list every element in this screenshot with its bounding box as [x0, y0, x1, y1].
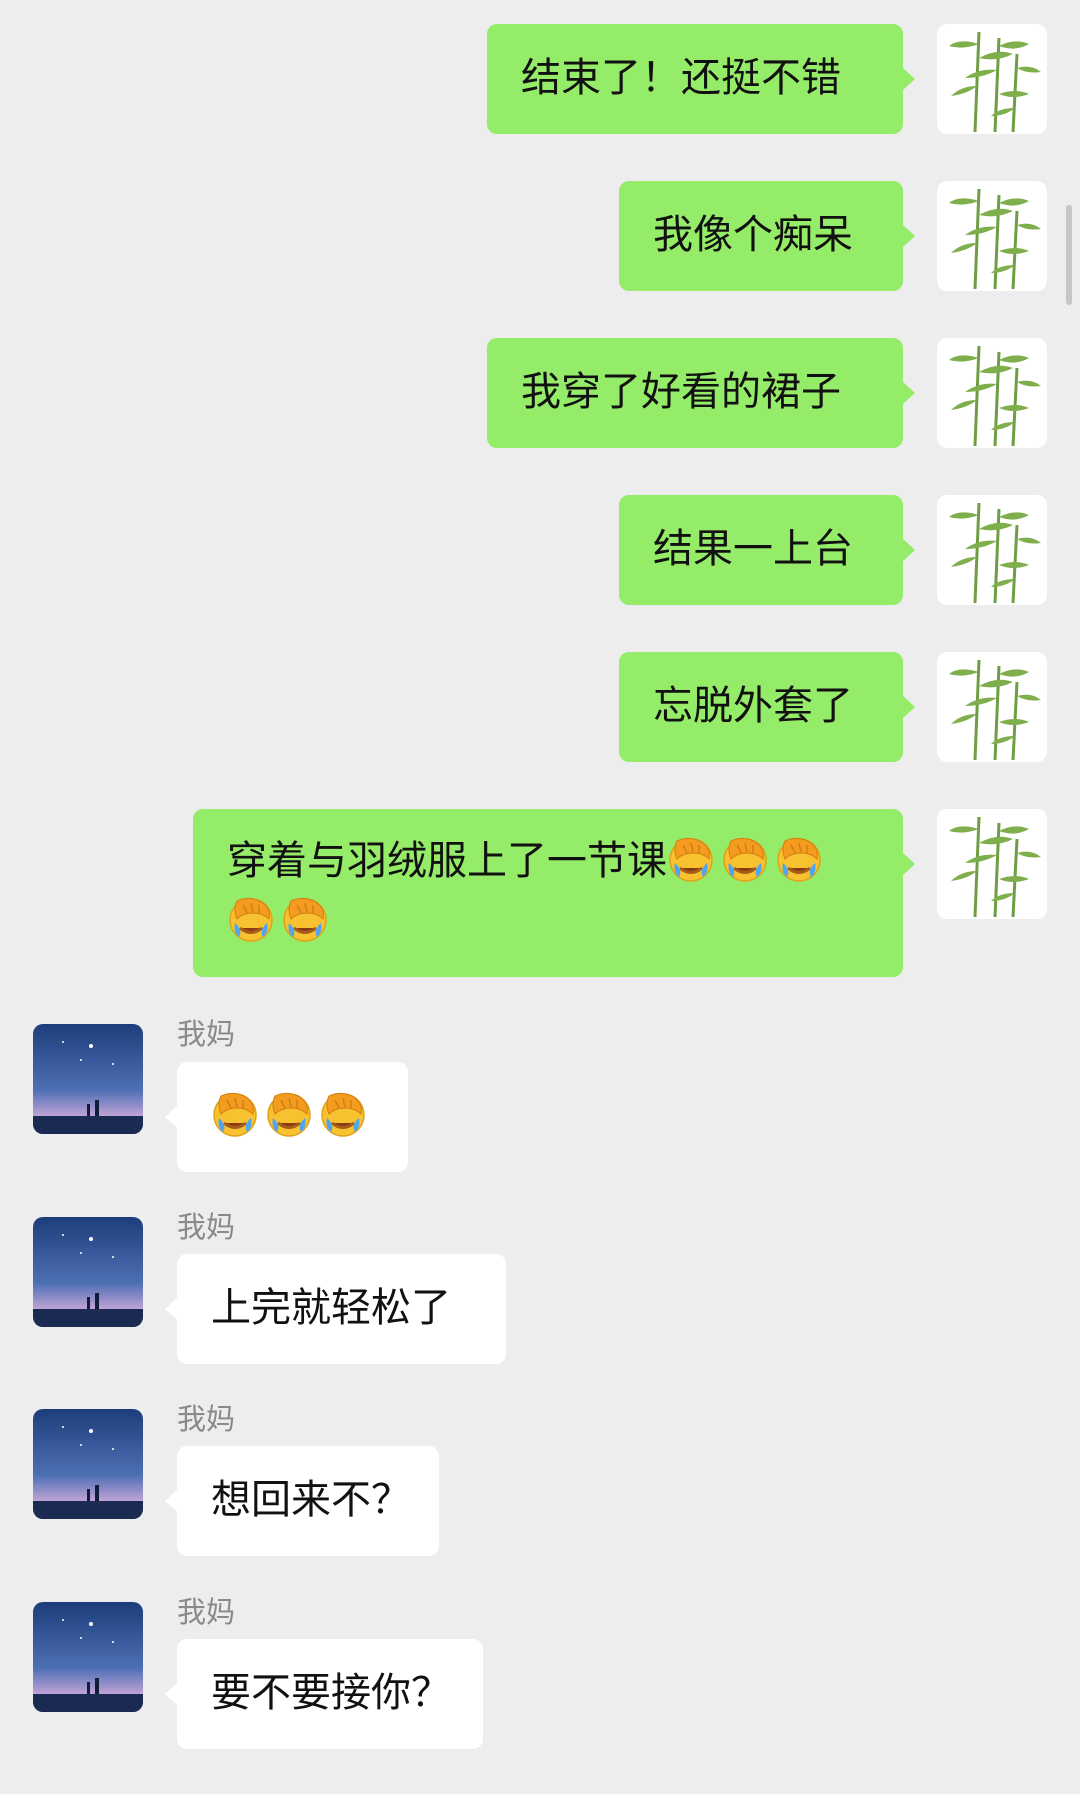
bamboo-avatar-icon — [937, 181, 1047, 291]
message-bubble-outgoing[interactable]: 结束了！还挺不错 — [487, 24, 915, 134]
scrollbar[interactable] — [1066, 205, 1072, 305]
message-text: 结束了！还挺不错 — [521, 55, 841, 101]
my-avatar[interactable] — [937, 181, 1047, 291]
sender-name: 我妈 — [177, 1595, 236, 1629]
message-bubble-outgoing[interactable]: 穿着与羽绒服上了一节课 — [193, 809, 915, 977]
message-text: 要不要接你？ — [211, 1670, 451, 1716]
sender-name: 我妈 — [177, 1210, 236, 1244]
night-sky-avatar-icon — [33, 1024, 143, 1134]
message-bubble-incoming[interactable]: 想回来不？ — [165, 1446, 439, 1556]
message-bubble-incoming[interactable]: 上完就轻松了 — [165, 1254, 506, 1364]
bamboo-avatar-icon — [937, 24, 1047, 134]
night-sky-avatar-icon — [33, 1602, 143, 1712]
message-bubble-outgoing[interactable]: 忘脱外套了 — [619, 652, 915, 762]
my-avatar[interactable] — [937, 652, 1047, 762]
bamboo-avatar-icon — [937, 495, 1047, 605]
emoji-group — [211, 1090, 373, 1139]
facepalm-crying-emoji-icon — [775, 835, 823, 883]
message-text: 我穿了好看的裙子 — [521, 369, 841, 415]
facepalm-crying-emoji-icon — [667, 835, 715, 883]
mom-avatar[interactable] — [33, 1024, 143, 1134]
bamboo-avatar-icon — [937, 338, 1047, 448]
chat-history[interactable]: 结束了！还挺不错 我像个痴呆 我穿了好看的裙子 结果一上台 忘脱外套了 穿着与羽… — [0, 0, 1080, 1794]
my-avatar[interactable] — [937, 495, 1047, 605]
message-text: 上完就轻松了 — [211, 1285, 451, 1331]
message-bubble-outgoing[interactable]: 我像个痴呆 — [619, 181, 915, 291]
sender-name: 我妈 — [177, 1017, 236, 1051]
facepalm-crying-emoji-icon — [721, 835, 769, 883]
facepalm-crying-emoji-icon — [281, 895, 329, 943]
message-bubble-outgoing[interactable]: 我穿了好看的裙子 — [487, 338, 915, 448]
my-avatar[interactable] — [937, 809, 1047, 919]
night-sky-avatar-icon — [33, 1409, 143, 1519]
message-text: 穿着与羽绒服上了一节课 — [227, 838, 667, 884]
message-bubble-outgoing[interactable]: 结果一上台 — [619, 495, 915, 605]
mom-avatar[interactable] — [33, 1602, 143, 1712]
mom-avatar[interactable] — [33, 1409, 143, 1519]
facepalm-crying-emoji-icon — [265, 1090, 313, 1138]
message-bubble-incoming[interactable] — [165, 1062, 408, 1172]
facepalm-crying-emoji-icon — [319, 1090, 367, 1138]
my-avatar[interactable] — [937, 24, 1047, 134]
facepalm-crying-emoji-icon — [211, 1090, 259, 1138]
facepalm-crying-emoji-icon — [227, 895, 275, 943]
message-text: 我像个痴呆 — [653, 212, 853, 258]
sender-name: 我妈 — [177, 1402, 236, 1436]
message-text: 想回来不？ — [211, 1477, 411, 1523]
night-sky-avatar-icon — [33, 1217, 143, 1327]
my-avatar[interactable] — [937, 338, 1047, 448]
bamboo-avatar-icon — [937, 652, 1047, 762]
message-bubble-incoming[interactable]: 要不要接你？ — [165, 1639, 483, 1749]
bamboo-avatar-icon — [937, 809, 1047, 919]
message-text: 忘脱外套了 — [653, 683, 853, 729]
message-text: 结果一上台 — [653, 526, 853, 572]
mom-avatar[interactable] — [33, 1217, 143, 1327]
